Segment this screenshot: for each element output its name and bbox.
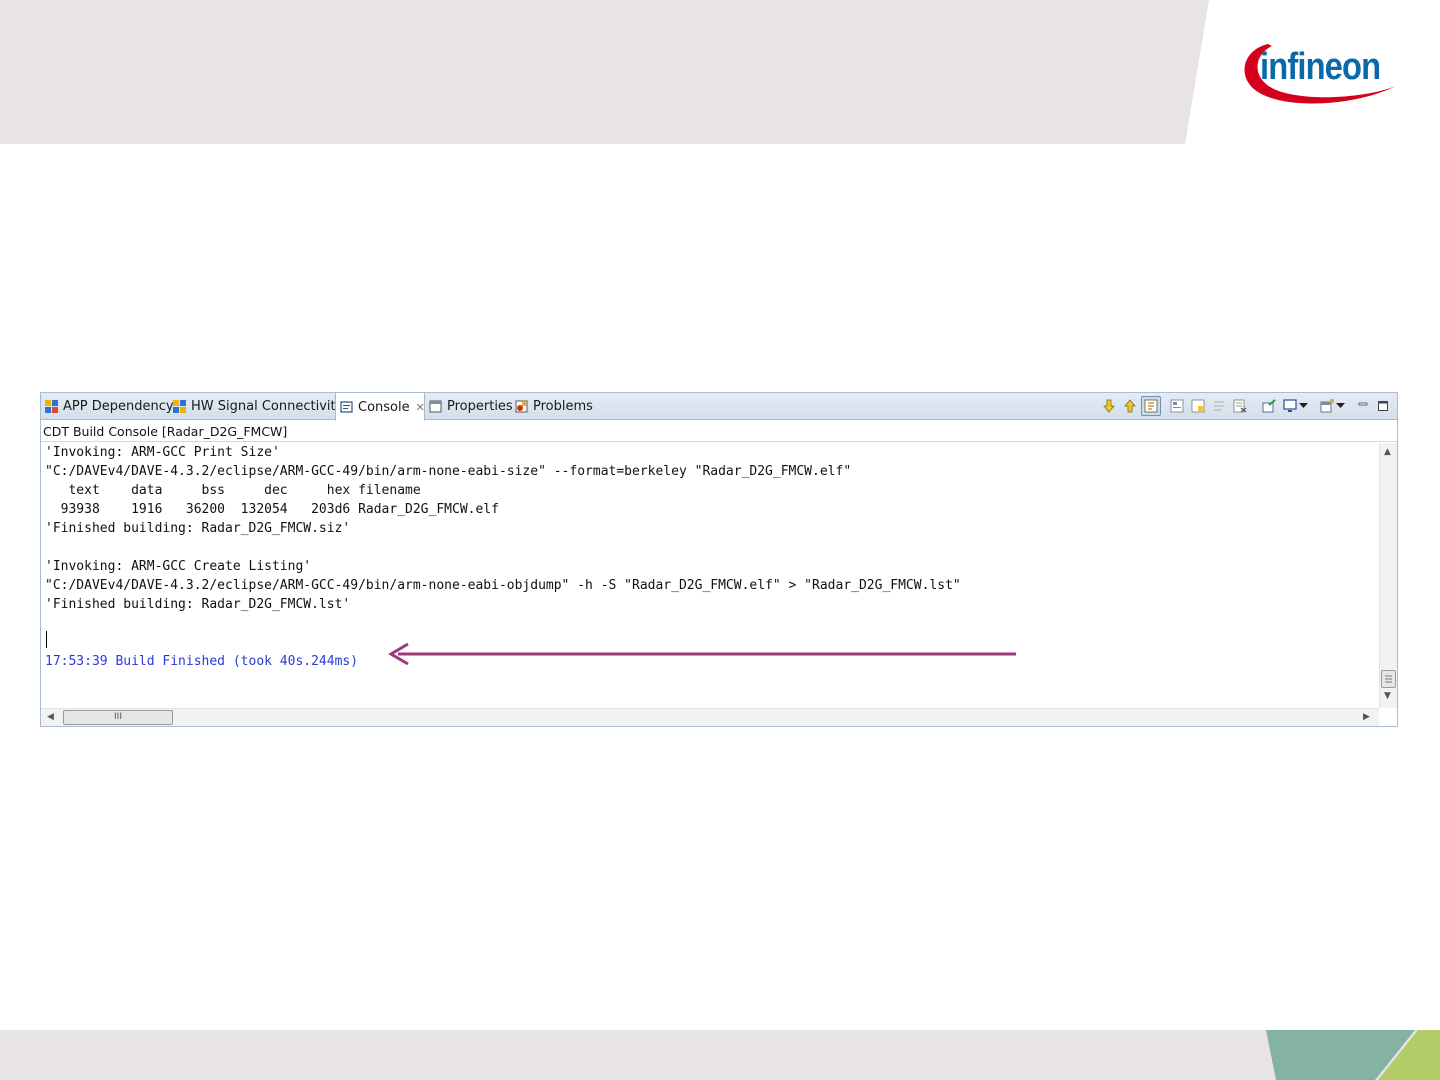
hw-signal-icon: [173, 400, 186, 413]
console-line: 'Finished building: Radar_D2G_FMCW.siz': [45, 521, 351, 536]
console-line: 'Invoking: ARM-GCC Create Listing': [45, 559, 312, 574]
scroll-up-arrow-icon[interactable]: ▲: [1384, 447, 1391, 457]
console-title: CDT Build Console [Radar_D2G_FMCW]: [43, 424, 288, 439]
console-view-panel: APP Dependency HW Signal Connectivity Co…: [40, 392, 1398, 727]
app-dependency-icon: [45, 400, 58, 413]
console-line: 'Invoking: ARM-GCC Print Size': [45, 445, 280, 460]
annotation-arrow-icon: [388, 642, 1016, 666]
tab-app-dependency[interactable]: APP Dependency: [41, 393, 174, 420]
console-line: text data bss dec hex filename: [45, 483, 421, 498]
view-tab-bar: APP Dependency HW Signal Connectivity Co…: [41, 393, 1397, 421]
close-icon[interactable]: ✕: [416, 401, 425, 414]
logo-wordmark: infineon: [1260, 46, 1381, 88]
console-line: 93938 1916 36200 132054 203d6 Radar_D2G_…: [45, 502, 499, 517]
tab-properties[interactable]: Properties: [425, 393, 513, 420]
pin-console-icon[interactable]: [1259, 396, 1279, 416]
text-caret: [46, 631, 47, 648]
tab-console[interactable]: Console ✕: [335, 393, 425, 421]
scroll-up-icon[interactable]: [1120, 396, 1140, 416]
console-icon: [340, 400, 353, 414]
horizontal-scrollbar[interactable]: ◀ ▶: [41, 708, 1379, 726]
console-line: 'Finished building: Radar_D2G_FMCW.lst': [45, 597, 351, 612]
scroll-right-arrow-icon[interactable]: ▶: [1363, 712, 1370, 722]
slide-header-band: [0, 0, 1209, 144]
tab-label: HW Signal Connectivity: [191, 399, 344, 414]
word-wrap-icon[interactable]: [1167, 396, 1187, 416]
tab-label: Console: [358, 399, 410, 415]
remove-console-icon[interactable]: [1230, 396, 1250, 416]
display-console-dropdown-icon[interactable]: [1297, 396, 1309, 416]
console-line: "C:/DAVEv4/DAVE-4.3.2/eclipse/ARM-GCC-49…: [45, 464, 852, 479]
vertical-scrollbar[interactable]: ▲ ▼: [1379, 443, 1397, 708]
minimize-icon[interactable]: [1353, 396, 1373, 416]
scroll-down-icon[interactable]: [1099, 396, 1119, 416]
maximize-icon[interactable]: [1373, 396, 1393, 416]
build-finished-line: 17:53:39 Build Finished (took 40s.244ms): [45, 654, 359, 669]
title-divider: [41, 441, 1397, 442]
clear-console-icon[interactable]: [1209, 396, 1229, 416]
tab-problems[interactable]: Problems: [511, 393, 593, 420]
vertical-scroll-thumb[interactable]: [1381, 670, 1396, 688]
tab-label: Properties: [447, 399, 513, 414]
open-console-dropdown-icon[interactable]: [1334, 396, 1346, 416]
infineon-logo: infineon: [1236, 34, 1404, 108]
scroll-down-arrow-icon[interactable]: ▼: [1384, 691, 1391, 701]
horizontal-scroll-thumb[interactable]: III: [63, 710, 173, 725]
console-line: "C:/DAVEv4/DAVE-4.3.2/eclipse/ARM-GCC-49…: [45, 578, 961, 593]
scroll-lock-icon[interactable]: [1141, 396, 1161, 416]
tab-label: APP Dependency: [63, 399, 174, 414]
tab-label: Problems: [533, 399, 593, 414]
problems-icon: [515, 400, 528, 413]
console-toolbar: [1099, 396, 1389, 417]
slide-footer-band: [0, 1030, 1440, 1080]
show-on-output-icon[interactable]: [1188, 396, 1208, 416]
scroll-left-arrow-icon[interactable]: ◀: [47, 712, 54, 722]
properties-icon: [429, 400, 442, 413]
tab-hw-signal-connectivity[interactable]: HW Signal Connectivity: [169, 393, 343, 420]
